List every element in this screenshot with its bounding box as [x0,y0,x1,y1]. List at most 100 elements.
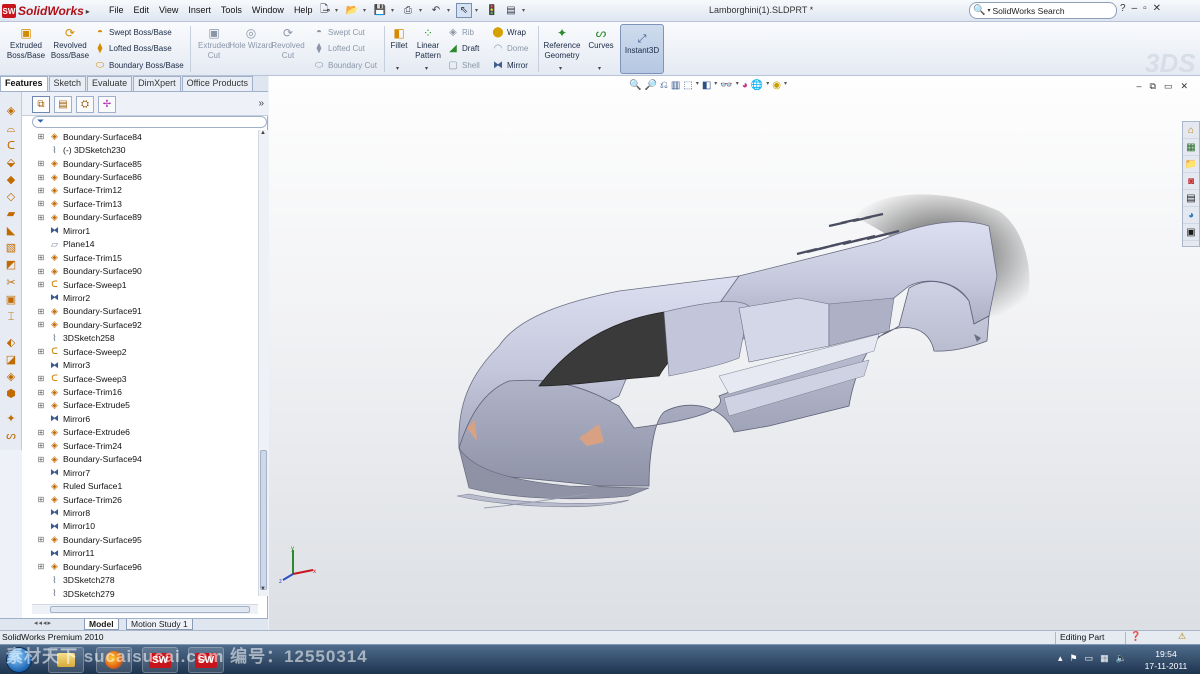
tree-item[interactable]: ⊞ ◈ Boundary-Surface89 [22,211,258,224]
chevron-double-right-icon[interactable]: » [258,98,264,109]
tree-item[interactable]: ⌇ 3DSketch279 [22,587,258,600]
tree-item[interactable]: ⧓ Mirror11 [22,547,258,560]
tree-item[interactable]: ⊞ ◈ Boundary-Surface96 [22,560,258,573]
expand-plus-icon[interactable]: ⊞ [36,495,46,504]
clock[interactable]: 19:54 17-11-2011 [1140,648,1192,672]
chevron-down-icon[interactable]: ▾ [419,7,425,14]
boundary-surface-icon[interactable]: ◆ [3,173,19,187]
chevron-down-icon[interactable]: ▾ [475,7,481,14]
configuration-manager-icon[interactable]: ⛭ [76,96,94,113]
expand-plus-icon[interactable]: ⊞ [36,401,46,410]
scroll-thumb[interactable] [260,450,267,590]
print-icon[interactable]: ⎙ [400,3,416,18]
tree-item[interactable]: ⧓ Mirror2 [22,291,258,304]
warning-icon[interactable]: ⚠ [1178,631,1186,642]
tab-dimxpert[interactable]: DimXpert [133,76,181,91]
dimxpert-manager-icon[interactable]: ✢ [98,96,116,113]
property-manager-icon[interactable]: ▤ [54,96,72,113]
scroll-down-icon[interactable]: ▼ [260,586,266,592]
expand-plus-icon[interactable]: ⊞ [36,159,46,168]
expand-plus-icon[interactable]: ⊞ [36,199,46,208]
tree-item[interactable]: ⊞ ◈ Boundary-Surface91 [22,305,258,318]
close-icon[interactable]: ✕ [1153,3,1161,14]
curves-button[interactable]: ᔕ Curves [584,26,618,51]
draft-button[interactable]: ◢ Draft [447,41,479,56]
expand-plus-icon[interactable]: ⊞ [36,213,46,222]
chevron-down-icon[interactable]: ▾ [335,7,341,14]
tab-features[interactable]: Features [0,76,48,91]
display-icon[interactable]: ▭ [1085,653,1094,664]
expand-plus-icon[interactable]: ⊞ [36,280,46,289]
expand-plus-icon[interactable]: ⊞ [36,535,46,544]
lofted-boss-button[interactable]: ⧫ Lofted Boss/Base [94,41,172,56]
tree-horizontal-scrollbar[interactable] [32,604,258,614]
chevron-down-icon[interactable]: ▾ [391,7,397,14]
custom-properties-icon[interactable]: ▣ [1183,224,1199,241]
wrap-button[interactable]: ⬤ Wrap [492,25,526,40]
mirror-button[interactable]: ⧓ Mirror [492,58,528,73]
planar-surface-icon[interactable]: ◇ [3,190,19,204]
dome-button[interactable]: ◠ Dome [492,41,529,56]
tree-item[interactable]: ⧓ Mirror7 [22,466,258,479]
expand-plus-icon[interactable]: ⊞ [36,186,46,195]
open-folder-icon[interactable]: 📂 [344,3,360,18]
instant3d-button[interactable]: ⤢ Instant3D [620,24,664,74]
knit-surface-icon[interactable]: ▧ [3,241,19,255]
file-properties-icon[interactable]: ▤ [503,3,519,18]
volume-icon[interactable]: 🔈 [1116,653,1127,664]
revolved-surface-icon[interactable]: ⌓ [3,122,19,136]
expand-plus-icon[interactable]: ⊞ [36,253,46,262]
show-hidden-icons-icon[interactable]: ▴ [1058,653,1063,664]
menu-help[interactable]: Help [289,4,318,17]
curves-icon[interactable]: ᔕ [3,429,19,443]
chevron-down-icon[interactable]: ▾ [447,7,453,14]
tree-item[interactable]: ⊞ ᑕ Surface-Sweep2 [22,345,258,358]
tree-item[interactable]: ⊞ ᑕ Surface-Sweep3 [22,372,258,385]
tree-item[interactable]: ⊞ ◈ Boundary-Surface94 [22,453,258,466]
scroll-thumb[interactable] [50,606,250,613]
tree-item[interactable]: ⊞ ◈ Surface-Extrude5 [22,399,258,412]
tree-item[interactable]: ⌇ 3DSketch258 [22,332,258,345]
solidworks-logo[interactable]: SW SolidWorks ▸ [2,2,90,20]
tree-filter-field[interactable]: ⏷ [32,116,267,128]
flag-icon[interactable]: ⚑ [1070,653,1078,664]
tree-item[interactable]: ⧓ Mirror1 [22,224,258,237]
menu-edit[interactable]: Edit [129,4,155,17]
chevron-down-icon[interactable]: ▾ [598,65,601,72]
tree-item[interactable]: ⊞ ◈ Surface-Trim12 [22,184,258,197]
tab-model[interactable]: Model [84,619,119,630]
expand-plus-icon[interactable]: ⊞ [36,347,46,356]
tab-evaluate[interactable]: Evaluate [87,76,133,91]
tree-item[interactable]: ⊞ ◈ Boundary-Surface84 [22,130,258,143]
tree-item[interactable]: ⧓ Mirror3 [22,358,258,371]
revolved-cut-button[interactable]: ⟳ Revolved Cut [266,26,310,61]
trim-surface-icon[interactable]: ✂ [3,276,19,290]
cut-with-surface-icon[interactable]: ◪ [3,353,19,367]
replace-face-icon[interactable]: ⬢ [3,387,19,401]
rib-button[interactable]: ◈ Rib [447,25,474,40]
expand-plus-icon[interactable]: ⊞ [36,562,46,571]
swept-boss-button[interactable]: ◓ Swept Boss/Base [94,25,172,40]
chevron-down-icon[interactable]: ▾ [559,65,562,72]
network-icon[interactable]: ▦ [1100,653,1109,664]
reference-geometry-icon[interactable]: ✦ [3,412,19,426]
reference-geometry-button[interactable]: ✦ Reference Geometry [540,26,584,61]
tab-sketch[interactable]: Sketch [48,76,87,91]
menu-view[interactable]: View [154,4,183,17]
appearances-icon[interactable]: ◕ [1183,207,1199,224]
tree-item[interactable]: ⊞ ◈ Boundary-Surface92 [22,318,258,331]
expand-plus-icon[interactable]: ⊞ [36,455,46,464]
tree-item[interactable]: ⊞ ◈ Boundary-Surface90 [22,264,258,277]
scroll-up-icon[interactable]: ▲ [260,130,266,136]
tree-item[interactable]: ⌇ (-) 3DSketch230 [22,143,258,156]
tree-item[interactable]: ⊞ ◈ Surface-Trim26 [22,493,258,506]
tree-item[interactable]: ⊞ ◈ Boundary-Surface95 [22,533,258,546]
expand-plus-icon[interactable]: ⊞ [36,428,46,437]
shell-button[interactable]: ▢ Shell [447,58,480,73]
minimize-icon[interactable]: – [1132,3,1138,14]
boundary-cut-button[interactable]: ⬭ Boundary Cut [313,58,377,73]
delete-face-icon[interactable]: ◈ [3,370,19,384]
tree-item[interactable]: ⊞ ◈ Surface-Trim16 [22,385,258,398]
tree-item[interactable]: ⊞ ◈ Surface-Trim13 [22,197,258,210]
lamborghini-car-model[interactable] [269,76,1200,630]
